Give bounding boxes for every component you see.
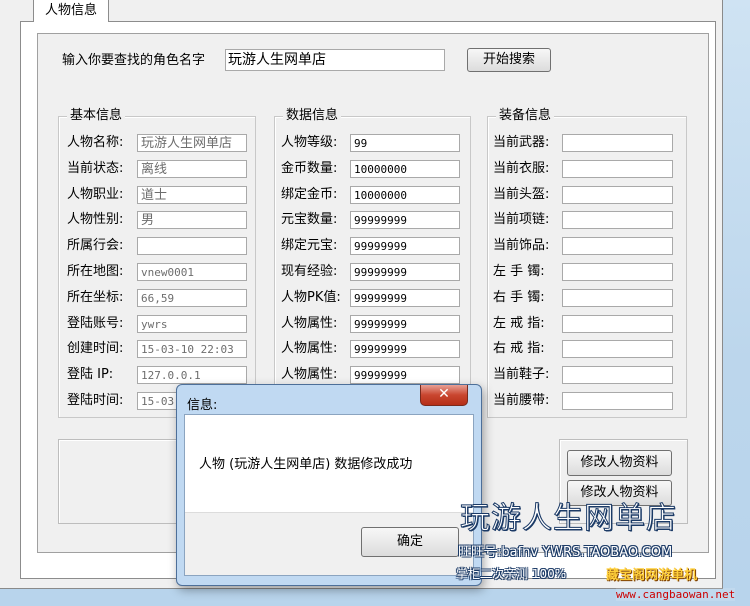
ok-button[interactable]: 确定 — [361, 527, 459, 557]
stats-field[interactable]: 99 — [350, 134, 460, 152]
basic-field[interactable]: vnew0001 — [137, 263, 247, 281]
dialog-footer: 确定 — [185, 512, 473, 575]
stats-label: 绑定金币: — [281, 187, 338, 202]
equip-label: 当前鞋子: — [493, 367, 550, 382]
basic-label: 登陆时间: — [67, 393, 124, 408]
equip-label: 右 戒 指: — [493, 341, 545, 356]
watermark-url: www.cangbaowan.net — [616, 588, 736, 601]
modify-character-button-1[interactable]: 修改人物资料 — [567, 450, 672, 476]
watermark-note: 掌柜二次亲测 100% — [456, 567, 567, 581]
basic-field[interactable]: ywrs — [137, 315, 247, 333]
equip-info-title: 装备信息 — [496, 108, 555, 124]
stats-label: 绑定元宝: — [281, 238, 338, 253]
watermark-shop-name: 玩游人生网单店 — [460, 501, 677, 537]
basic-field[interactable]: 玩游人生网单店 — [137, 134, 247, 152]
stats-label: 人物等级: — [281, 135, 338, 150]
basic-label: 所在坐标: — [67, 290, 124, 305]
equip-label: 当前武器: — [493, 135, 550, 150]
basic-label: 当前状态: — [67, 161, 124, 176]
stats-info-title: 数据信息 — [283, 108, 342, 124]
equip-field[interactable] — [562, 315, 673, 333]
stats-label: 人物属性: — [281, 341, 338, 356]
stats-field[interactable]: 99999999 — [350, 315, 460, 333]
basic-field[interactable]: 15-03-10 22:03 — [137, 340, 247, 358]
basic-field[interactable]: 66,59 — [137, 289, 247, 307]
stats-field[interactable]: 99999999 — [350, 366, 460, 384]
tab-character-info[interactable]: 人物信息 — [33, 0, 109, 22]
dialog-body: 人物 (玩游人生网单店) 数据修改成功 确定 — [184, 414, 474, 576]
basic-label: 人物职业: — [67, 187, 124, 202]
stats-field[interactable]: 99999999 — [350, 263, 460, 281]
stats-field[interactable]: 99999999 — [350, 211, 460, 229]
equip-label: 左 戒 指: — [493, 316, 545, 331]
watermark-brand: 藏宝阁网游单机 — [606, 568, 698, 583]
stats-label: 人物属性: — [281, 367, 338, 382]
stats-field[interactable]: 99999999 — [350, 289, 460, 307]
start-search-button[interactable]: 开始搜索 — [467, 48, 551, 72]
stats-field[interactable]: 10000000 — [350, 160, 460, 178]
equip-field[interactable] — [562, 340, 673, 358]
basic-field[interactable] — [137, 237, 247, 255]
basic-label: 所在地图: — [67, 264, 124, 279]
stats-field[interactable]: 99999999 — [350, 340, 460, 358]
equip-field[interactable] — [562, 263, 673, 281]
equip-field[interactable] — [562, 160, 673, 178]
stats-label: 金币数量: — [281, 161, 338, 176]
basic-label: 登陆账号: — [67, 316, 124, 331]
close-icon[interactable]: ✕ — [420, 385, 468, 406]
basic-field[interactable]: 离线 — [137, 160, 247, 178]
equip-field[interactable] — [562, 289, 673, 307]
equip-label: 当前项链: — [493, 212, 550, 227]
stats-label: 人物属性: — [281, 316, 338, 331]
equip-field[interactable] — [562, 366, 673, 384]
basic-label: 人物性别: — [67, 212, 124, 227]
equip-field[interactable] — [562, 392, 673, 410]
equip-label: 当前头盔: — [493, 187, 550, 202]
info-dialog: 信息: ✕ 人物 (玩游人生网单店) 数据修改成功 确定 — [176, 384, 482, 586]
equip-label: 左 手 镯: — [493, 264, 545, 279]
stats-label: 元宝数量: — [281, 212, 338, 227]
equip-field[interactable] — [562, 186, 673, 204]
equip-label: 当前衣服: — [493, 161, 550, 176]
bottom-left-box — [58, 439, 183, 524]
equip-label: 当前饰品: — [493, 238, 550, 253]
basic-label: 人物名称: — [67, 135, 124, 150]
basic-label: 登陆 IP: — [67, 367, 114, 382]
equip-label: 右 手 镯: — [493, 290, 545, 305]
search-label: 输入你要查找的角色名字 — [62, 53, 206, 68]
watermark-contact: 旺旺号:bafnv YWRS.TAOBAO.COM — [458, 545, 673, 560]
stats-label: 人物PK值: — [281, 290, 341, 305]
equip-label: 当前腰带: — [493, 393, 550, 408]
stats-field[interactable]: 10000000 — [350, 186, 460, 204]
dialog-message: 人物 (玩游人生网单店) 数据修改成功 — [199, 457, 413, 472]
basic-field[interactable]: 道士 — [137, 186, 247, 204]
equip-field[interactable] — [562, 211, 673, 229]
basic-label: 创建时间: — [67, 341, 124, 356]
basic-field[interactable]: 男 — [137, 211, 247, 229]
dialog-title: 信息: — [187, 398, 218, 413]
equip-field[interactable] — [562, 134, 673, 152]
search-input[interactable]: 玩游人生网单店 — [225, 49, 445, 71]
basic-info-title: 基本信息 — [67, 108, 126, 124]
stats-label: 现有经验: — [281, 264, 338, 279]
basic-label: 所属行会: — [67, 238, 124, 253]
basic-field[interactable]: 127.0.0.1 — [137, 366, 247, 384]
equip-field[interactable] — [562, 237, 673, 255]
stats-field[interactable]: 99999999 — [350, 237, 460, 255]
